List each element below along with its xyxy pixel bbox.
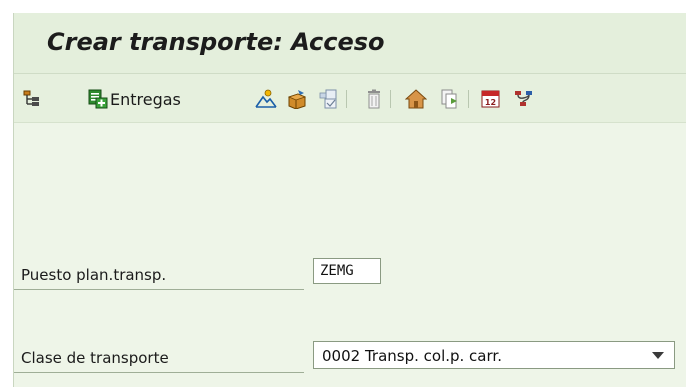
puesto-plan-label: Puesto plan.transp. xyxy=(21,266,167,284)
hierarchy-icon xyxy=(23,90,41,108)
page-title: Crear transporte: Acceso xyxy=(47,28,385,56)
clase-transporte-value: 0002 Transp. col.p. carr. xyxy=(322,347,502,365)
chevron-down-icon[interactable] xyxy=(652,352,664,359)
network-icon xyxy=(514,89,534,109)
toolbar-separator xyxy=(468,90,469,108)
hierarchy-button[interactable] xyxy=(23,88,41,110)
sap-window: Crear transporte: Acceso Entregas 12 Pue… xyxy=(13,13,686,387)
calendar-button[interactable]: 12 xyxy=(481,88,501,110)
puesto-plan-input[interactable]: ZEMG xyxy=(313,258,381,284)
home-button[interactable] xyxy=(405,88,427,110)
toolbar-separator xyxy=(390,90,391,108)
copy-layout-icon xyxy=(319,89,339,109)
mountain-button[interactable] xyxy=(255,88,277,110)
entregas-label: Entregas xyxy=(110,89,181,109)
package-button[interactable] xyxy=(286,88,308,110)
application-toolbar: Entregas 12 xyxy=(14,74,686,123)
copy-layout-button[interactable] xyxy=(319,88,339,110)
clase-transporte-select[interactable]: 0002 Transp. col.p. carr. xyxy=(313,341,675,369)
package-icon xyxy=(286,89,308,109)
home-icon xyxy=(405,89,427,109)
mountain-icon xyxy=(255,89,277,109)
field-underline xyxy=(14,372,304,373)
svg-text:12: 12 xyxy=(485,98,496,107)
calendar-icon: 12 xyxy=(481,89,501,109)
field-underline xyxy=(14,289,304,290)
deliveries-icon xyxy=(88,89,108,109)
document-forward-icon xyxy=(440,89,460,109)
trash-icon xyxy=(365,89,383,109)
entregas-button[interactable]: Entregas xyxy=(88,88,181,110)
network-button[interactable] xyxy=(514,88,534,110)
title-bar: Crear transporte: Acceso xyxy=(14,13,686,74)
toolbar-separator xyxy=(346,90,347,108)
delete-button[interactable] xyxy=(365,88,383,110)
forward-document-button[interactable] xyxy=(440,88,460,110)
clase-transporte-label: Clase de transporte xyxy=(21,349,169,367)
